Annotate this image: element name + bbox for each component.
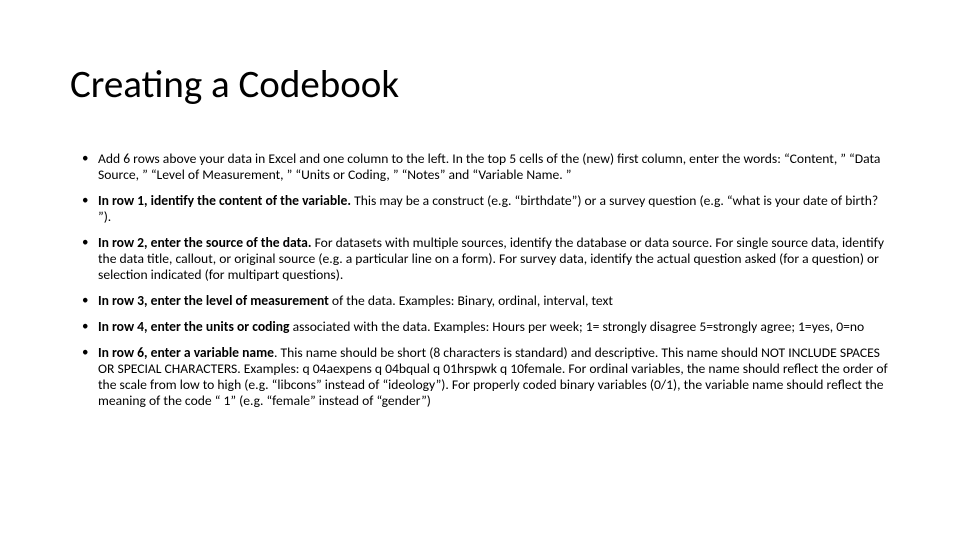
bullet-item: In row 1, identify the content of the va… (82, 193, 890, 225)
bullet-item: Add 6 rows above your data in Excel and … (82, 151, 890, 183)
bullet-item: In row 3, enter the level of measurement… (82, 293, 890, 309)
slide-title: Creating a Codebook (70, 64, 890, 107)
bullet-list: Add 6 rows above your data in Excel and … (70, 151, 890, 409)
bullet-item: In row 4, enter the units or coding asso… (82, 319, 890, 335)
bullet-item: In row 2, enter the source of the data. … (82, 235, 890, 283)
bullet-item: In row 6, enter a variable name. This na… (82, 345, 890, 409)
